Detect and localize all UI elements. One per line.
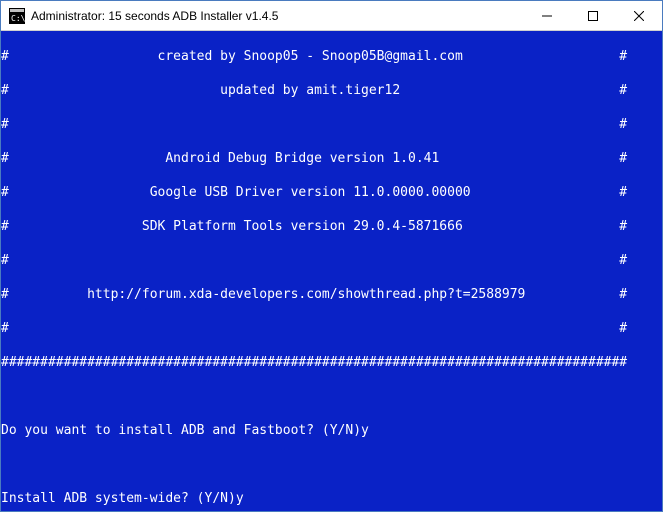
cmd-icon: C:\ (9, 8, 25, 24)
console-output[interactable]: # created by Snoop05 - Snoop05B@gmail.co… (1, 31, 662, 511)
header-line: # updated by amit.tiger12 # (1, 82, 662, 99)
header-line: ########################################… (1, 354, 662, 371)
header-line: # SDK Platform Tools version 29.0.4-5871… (1, 218, 662, 235)
header-line: # http://forum.xda-developers.com/showth… (1, 286, 662, 303)
blank-line (1, 456, 662, 473)
maximize-button[interactable] (570, 1, 616, 30)
header-line: # # (1, 320, 662, 337)
blank-line (1, 388, 662, 405)
app-window: C:\ Administrator: 15 seconds ADB Instal… (0, 0, 663, 512)
user-input: y (361, 423, 369, 438)
svg-text:C:\: C:\ (11, 14, 25, 23)
header-line: # Android Debug Bridge version 1.0.41 # (1, 150, 662, 167)
window-title: Administrator: 15 seconds ADB Installer … (31, 9, 524, 23)
prompt-line: Do you want to install ADB and Fastboot?… (1, 422, 662, 439)
window-controls (524, 1, 662, 30)
prompt-text: Do you want to install ADB and Fastboot?… (1, 423, 361, 438)
titlebar[interactable]: C:\ Administrator: 15 seconds ADB Instal… (1, 1, 662, 31)
minimize-button[interactable] (524, 1, 570, 30)
close-button[interactable] (616, 1, 662, 30)
header-line: # created by Snoop05 - Snoop05B@gmail.co… (1, 48, 662, 65)
prompt-text: Install ADB system-wide? (Y/N) (1, 491, 236, 506)
header-line: # Google USB Driver version 11.0.0000.00… (1, 184, 662, 201)
header-line: # # (1, 252, 662, 269)
user-input: y (236, 491, 244, 506)
prompt-line: Install ADB system-wide? (Y/N)y (1, 490, 662, 507)
header-line: # # (1, 116, 662, 133)
